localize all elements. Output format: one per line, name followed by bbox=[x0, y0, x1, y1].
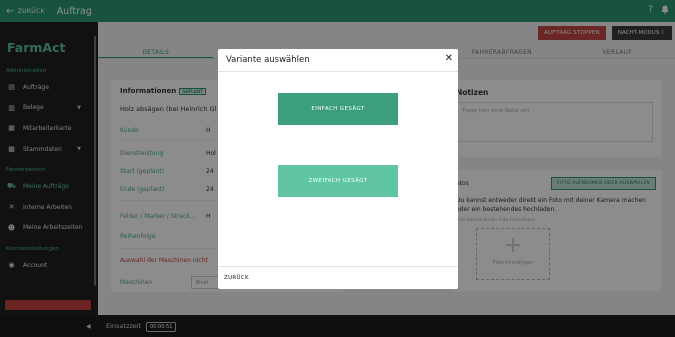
variant-dialog: Variante auswählen ✕ EINFACH GESÄGT ZWEI… bbox=[218, 49, 458, 289]
dialog-header: Variante auswählen ✕ bbox=[218, 49, 458, 72]
variant-option-zweifach[interactable]: ZWEIFACH GESÄGT bbox=[278, 165, 398, 197]
dialog-title: Variante auswählen bbox=[226, 55, 310, 65]
variant-option-einfach[interactable]: EINFACH GESÄGT bbox=[278, 93, 398, 125]
dialog-footer: ZURÜCK bbox=[218, 266, 458, 289]
close-icon[interactable]: ✕ bbox=[445, 53, 453, 64]
dialog-back-button[interactable]: ZURÜCK bbox=[224, 275, 249, 281]
